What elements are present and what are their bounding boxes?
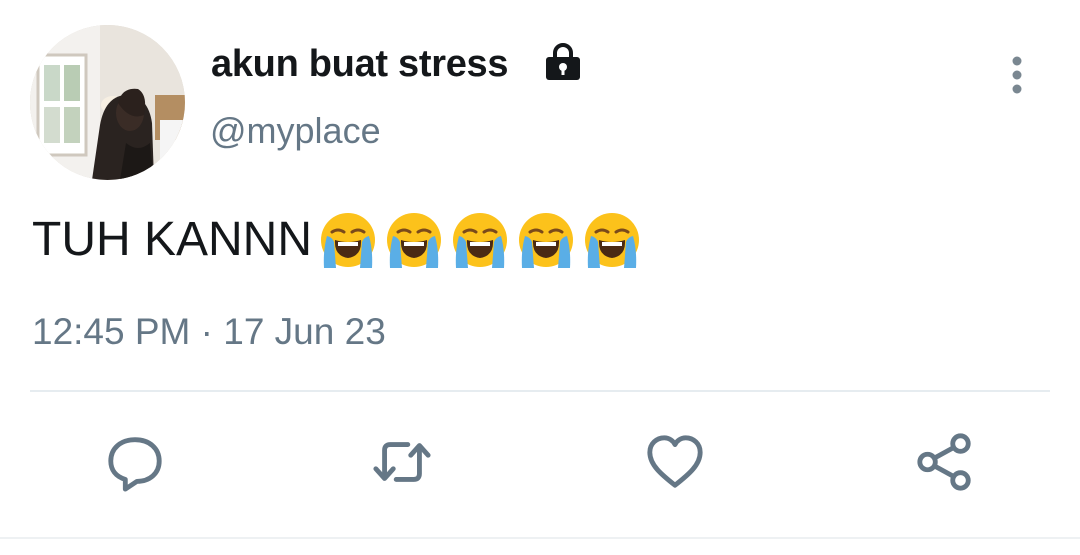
tweet-timestamp[interactable]: 12:45 PM · 17 Jun 23 — [32, 311, 386, 353]
tweet-text: TUH KANNN — [32, 208, 648, 272]
crying-face-emoji-icon — [321, 213, 376, 268]
crying-face-emoji-icon — [585, 213, 640, 268]
heart-icon — [647, 435, 703, 488]
emoji-row — [318, 210, 648, 270]
avatar[interactable] — [30, 25, 185, 180]
tweet-card: akun buat stress @myplace TUH KANNN 12:4… — [0, 0, 1080, 555]
reply-button[interactable] — [103, 430, 167, 494]
crying-face-emoji-icon — [453, 213, 508, 268]
more-vertical-icon[interactable] — [1003, 55, 1031, 95]
crying-face-emoji-icon — [519, 213, 574, 268]
tweet-text-content: TUH KANNN — [32, 213, 313, 266]
reply-icon — [108, 437, 162, 492]
divider — [30, 390, 1050, 392]
like-button[interactable] — [643, 430, 707, 494]
share-icon — [917, 433, 971, 491]
retweet-icon — [373, 442, 431, 482]
retweet-button[interactable] — [370, 430, 434, 494]
bottom-border — [0, 537, 1080, 555]
display-name[interactable]: akun buat stress — [211, 43, 509, 86]
user-handle[interactable]: @myplace — [210, 110, 381, 152]
lock-icon — [546, 43, 580, 80]
share-button[interactable] — [913, 430, 977, 494]
avatar-image — [30, 25, 185, 180]
crying-face-emoji-icon — [387, 213, 442, 268]
